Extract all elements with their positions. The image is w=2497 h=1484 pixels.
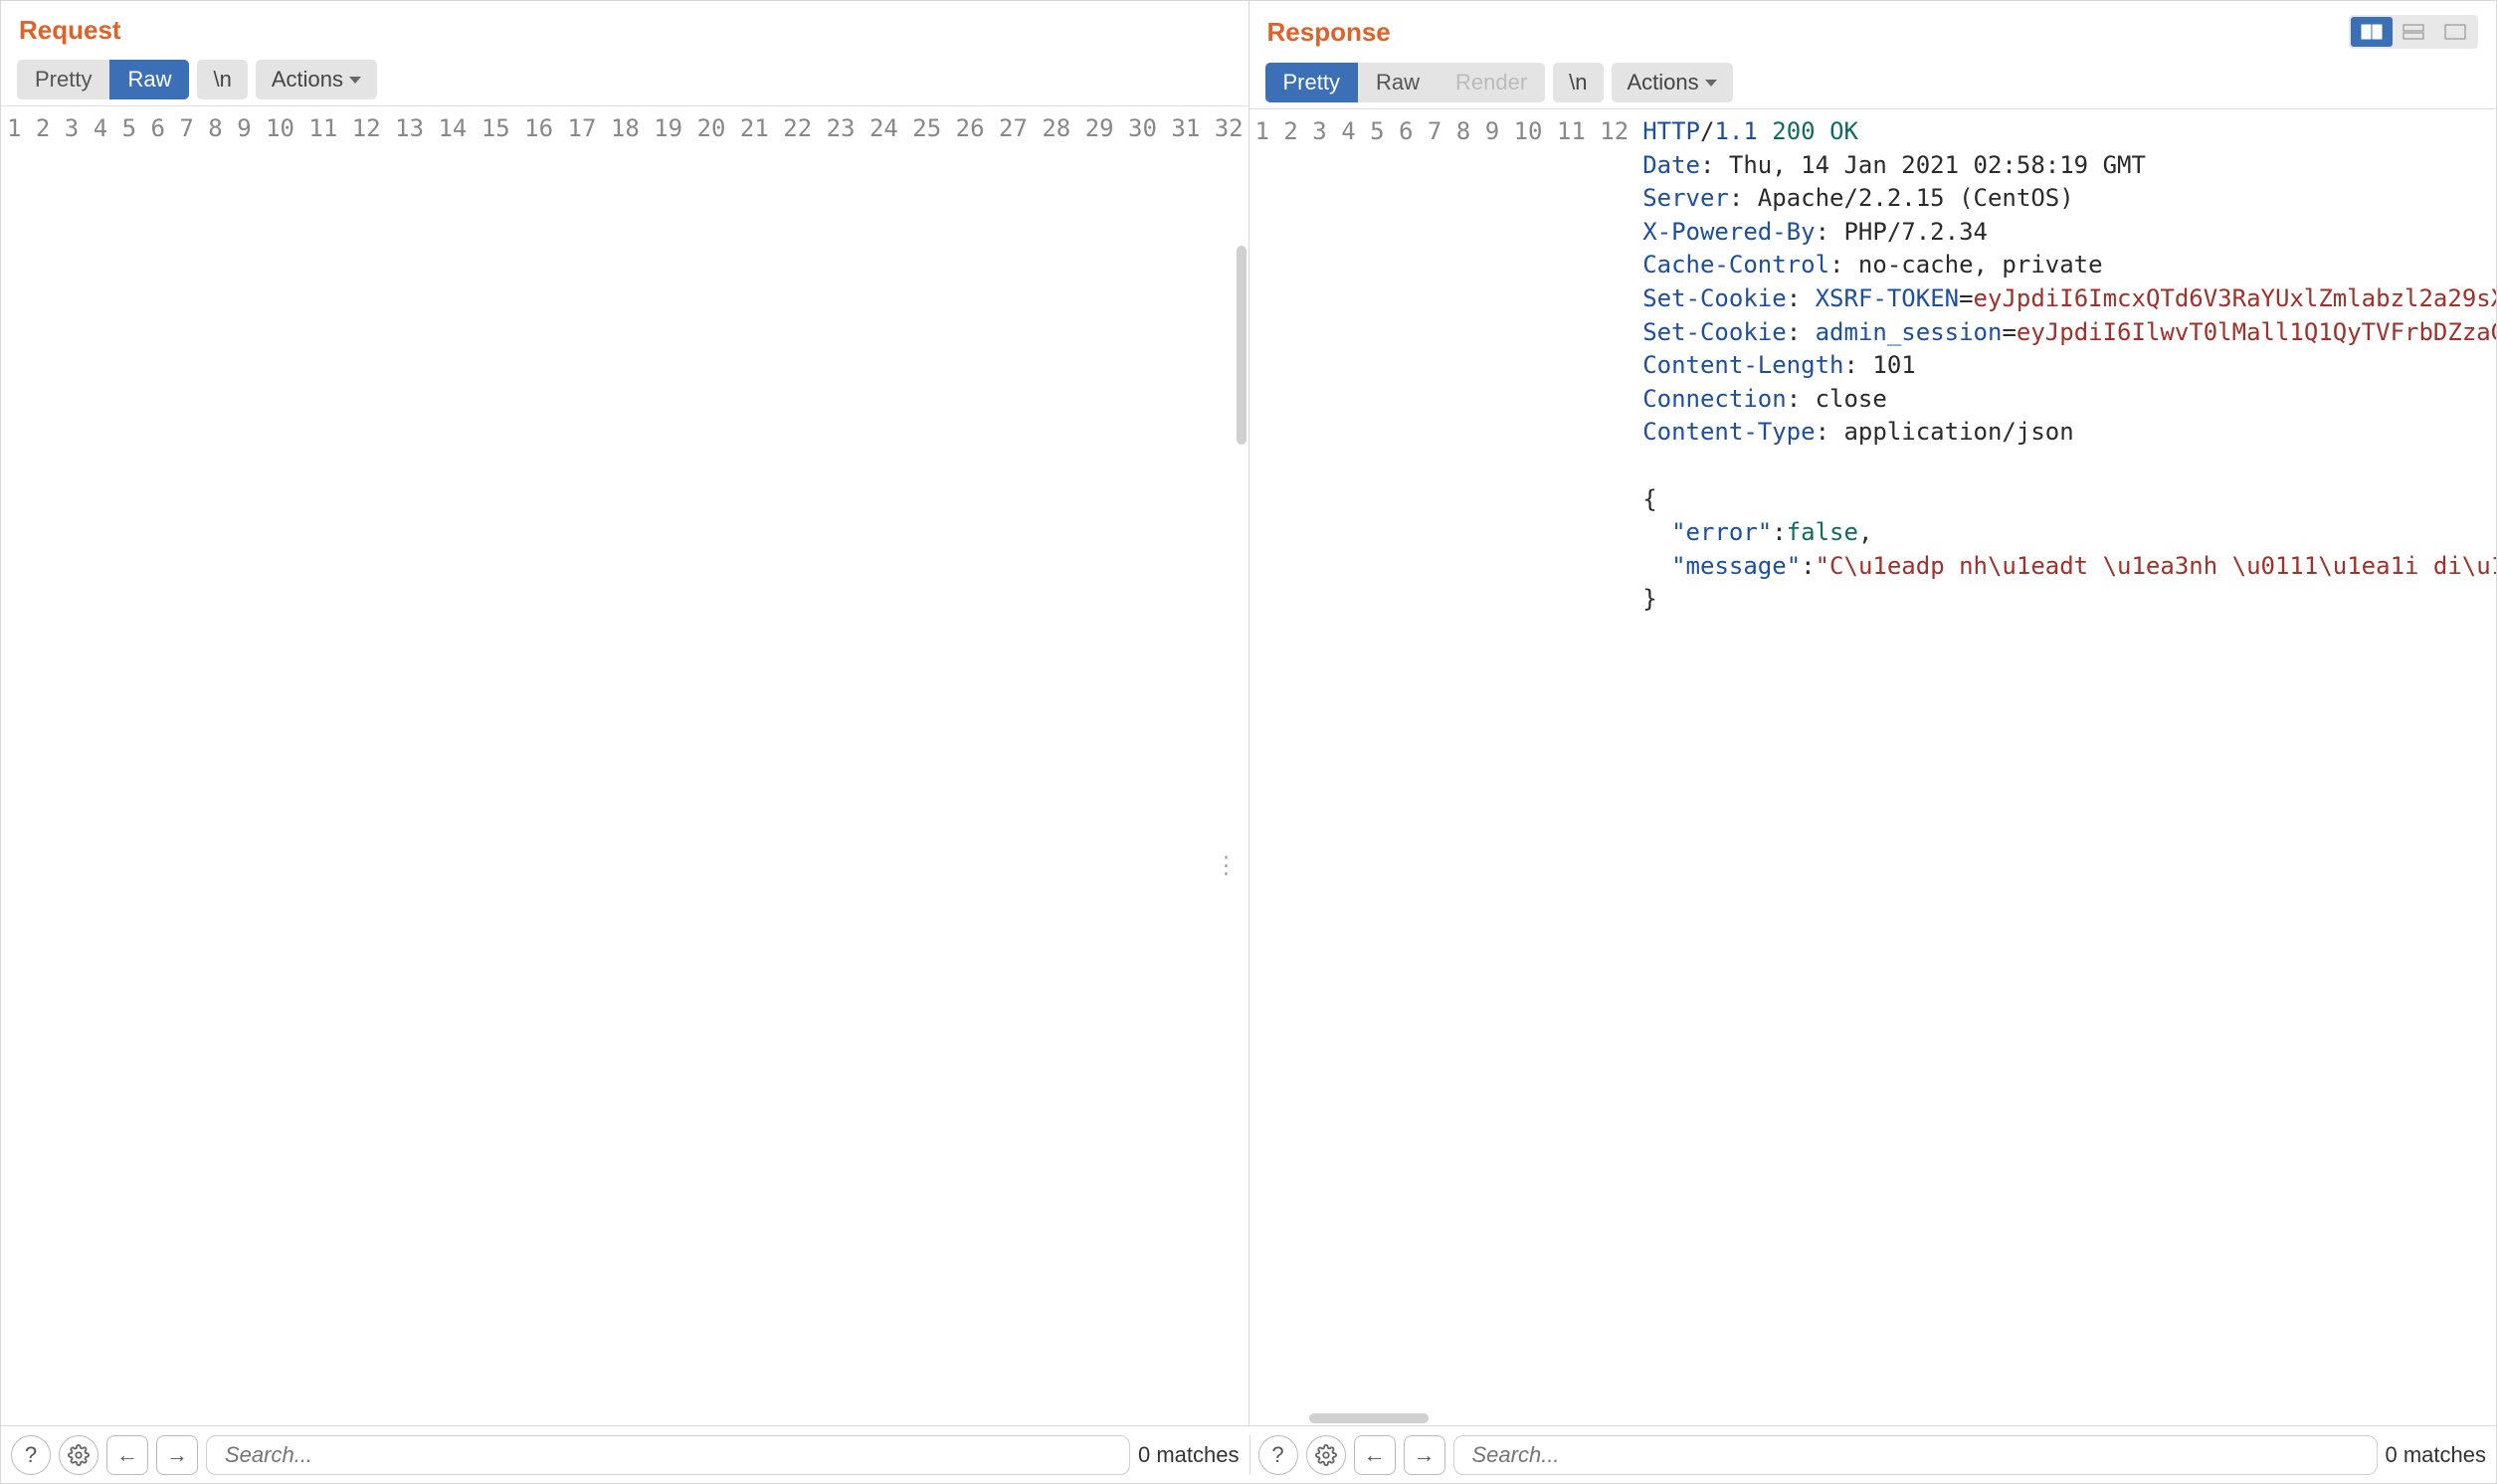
response-title: Response [1267,17,1391,48]
response-header: Response [1249,1,2497,57]
next-match-button[interactable]: → [156,1435,198,1475]
response-gutter: 1 2 3 4 5 6 7 8 9 10 11 12 [1249,109,1639,1425]
next-match-button[interactable]: → [1404,1435,1445,1475]
newline-toggle[interactable]: \n [1553,63,1603,102]
response-toolbar: Pretty Raw Render \n Actions [1249,57,2497,109]
response-view-tabs: Pretty Raw Render [1265,63,1546,102]
vertical-dots-icon[interactable]: ⋮ [1215,862,1239,868]
actions-label: Actions [1628,70,1699,95]
request-footer: ? ← → 0 matches [11,1435,1250,1475]
gear-icon [68,1444,90,1466]
request-editor[interactable]: 1 2 3 4 5 6 7 8 9 10 11 12 13 14 15 16 1… [1,106,1248,1425]
tab-raw[interactable]: Raw [109,60,189,99]
tab-render[interactable]: Render [1438,63,1545,102]
response-pane: Response Pretty Raw Rend [1249,1,2497,1425]
response-code[interactable]: HTTP/1.1 200 OK Date: Thu, 14 Jan 2021 0… [1638,109,2496,1425]
tab-pretty[interactable]: Pretty [1265,63,1358,102]
request-search-input[interactable] [206,1435,1130,1475]
settings-button[interactable] [1306,1435,1346,1475]
response-editor[interactable]: 1 2 3 4 5 6 7 8 9 10 11 12 HTTP/1.1 200 … [1249,109,2497,1425]
actions-dropdown[interactable]: Actions [1612,63,1733,102]
request-gutter: 1 2 3 4 5 6 7 8 9 10 11 12 13 14 15 16 1… [1,106,1248,1425]
tab-pretty[interactable]: Pretty [17,60,109,99]
request-match-count: 0 matches [1138,1442,1240,1468]
request-title: Request [19,15,121,46]
arrow-left-icon: ← [1364,1442,1386,1468]
actions-dropdown[interactable]: Actions [256,60,377,99]
response-search-input[interactable] [1453,1435,2378,1475]
help-button[interactable]: ? [11,1435,51,1475]
response-match-count: 0 matches [2386,1442,2487,1468]
request-header: Request [1,1,1248,54]
footer: ? ← → 0 matches ? ← → 0 matches [1,1425,2496,1483]
app-root: Request Pretty Raw \n Actions 1 2 3 4 5 … [0,0,2497,1484]
chevron-down-icon [349,77,361,84]
single-icon [2444,24,2466,40]
layout-stack-button[interactable] [2393,17,2434,47]
gear-icon [1315,1444,1337,1466]
chevron-down-icon [1705,80,1717,87]
split-panes: Request Pretty Raw \n Actions 1 2 3 4 5 … [1,1,2496,1425]
arrow-left-icon: ← [116,1442,138,1468]
newline-toggle[interactable]: \n [197,60,247,99]
help-icon: ? [1271,1442,1283,1468]
tab-raw[interactable]: Raw [1358,63,1438,102]
split-icon [2361,24,2383,40]
stack-icon [2402,24,2424,40]
actions-label: Actions [272,67,343,93]
prev-match-button[interactable]: ← [106,1435,148,1475]
help-icon: ? [25,1442,37,1468]
scrollbar-thumb[interactable] [1237,246,1247,445]
layout-split-button[interactable] [2351,17,2393,47]
prev-match-button[interactable]: ← [1354,1435,1396,1475]
response-footer: ? ← → 0 matches [1258,1435,2487,1475]
request-toolbar: Pretty Raw \n Actions [1,54,1248,106]
arrow-right-icon: → [1414,1442,1436,1468]
settings-button[interactable] [59,1435,98,1475]
request-view-tabs: Pretty Raw [17,60,189,99]
help-button[interactable]: ? [1258,1435,1298,1475]
request-pane: Request Pretty Raw \n Actions 1 2 3 4 5 … [1,1,1249,1425]
arrow-right-icon: → [166,1442,188,1468]
hscroll-thumb[interactable] [1309,1413,1429,1423]
layout-single-button[interactable] [2434,17,2476,47]
layout-toggle [2349,15,2478,49]
